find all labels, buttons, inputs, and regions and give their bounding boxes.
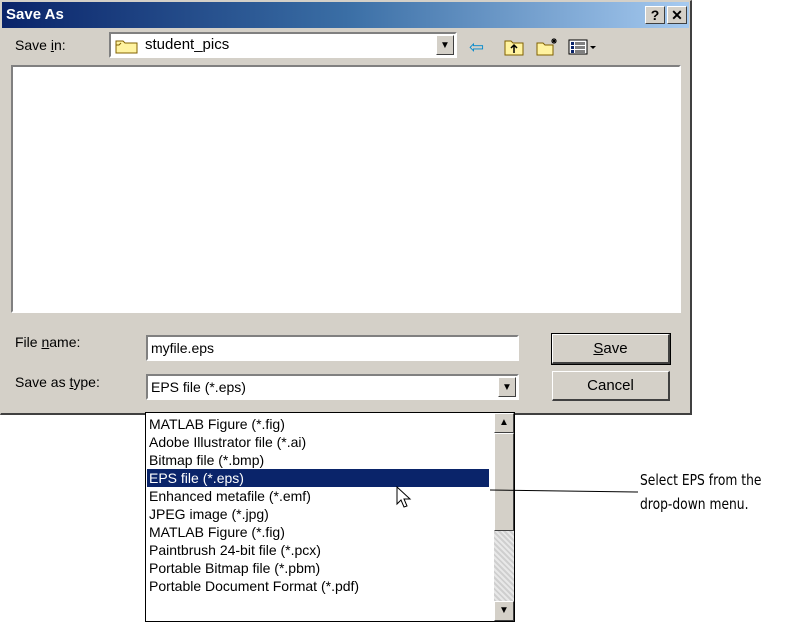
file-name-label-prefix: File <box>15 334 42 350</box>
save-type-label-suffix: ype: <box>73 374 100 390</box>
save-type-dropdown-list: MATLAB Figure (*.fig) Adobe Illustrator … <box>145 412 515 622</box>
list-item[interactable]: Portable Document Format (*.pdf) <box>149 577 359 595</box>
save-in-label-prefix: Save <box>15 37 51 53</box>
file-name-label: File name: <box>15 334 80 350</box>
save-type-label-prefix: Save as <box>15 374 70 390</box>
callout-leader-line <box>490 489 639 493</box>
scroll-down-icon[interactable]: ▼ <box>494 601 514 621</box>
save-button-key: S <box>593 340 604 357</box>
save-type-value: EPS file (*.eps) <box>151 379 246 395</box>
save-as-dialog: Save As ? ✕ Save in: student_pics ▼ ⇦ Fi… <box>0 0 692 415</box>
callout-text: Select EPS from the drop-down menu. <box>640 468 761 516</box>
list-item[interactable]: Enhanced metafile (*.emf) <box>149 487 311 505</box>
mouse-cursor-icon <box>396 486 412 508</box>
close-button[interactable]: ✕ <box>667 6 687 24</box>
file-name-value: myfile.eps <box>151 340 215 356</box>
save-button[interactable]: Save <box>551 333 671 365</box>
title-bar[interactable]: Save As ? ✕ <box>2 2 689 28</box>
dropdown-scrollbar[interactable]: ▲ ▼ <box>494 413 514 621</box>
save-type-dropdown-arrow[interactable]: ▼ <box>498 377 516 397</box>
list-item[interactable]: JPEG image (*.jpg) <box>149 505 269 523</box>
list-item[interactable]: Adobe Illustrator file (*.ai) <box>149 433 306 451</box>
up-folder-icon[interactable] <box>503 37 525 57</box>
list-item[interactable]: Portable Bitmap file (*.pbm) <box>149 559 320 577</box>
view-menu-icon[interactable] <box>567 37 599 57</box>
list-item-selected[interactable]: EPS file (*.eps) <box>147 469 489 487</box>
dialog-title: Save As <box>6 6 64 23</box>
save-in-value: student_pics <box>145 36 230 53</box>
cancel-button[interactable]: Cancel <box>552 371 670 401</box>
new-folder-icon[interactable] <box>535 37 559 57</box>
save-in-label-suffix: n: <box>53 37 66 53</box>
file-name-label-suffix: ame: <box>49 334 81 350</box>
save-in-dropdown-arrow[interactable]: ▼ <box>436 35 454 55</box>
folder-icon <box>115 40 138 54</box>
help-button[interactable]: ? <box>645 6 665 24</box>
callout-line-1: Select EPS from the <box>640 471 762 489</box>
callout-line-2: drop-down menu. <box>640 495 749 513</box>
back-arrow-icon[interactable]: ⇦ <box>469 37 484 57</box>
save-type-label: Save as type: <box>15 374 100 390</box>
file-list-area[interactable] <box>11 65 681 313</box>
list-item[interactable]: MATLAB Figure (*.fig) <box>149 415 285 433</box>
list-item[interactable]: Paintbrush 24-bit file (*.pcx) <box>149 541 321 559</box>
list-item[interactable]: MATLAB Figure (*.fig) <box>149 523 285 541</box>
save-button-rest: ave <box>603 340 628 357</box>
save-in-label: Save in: <box>15 37 66 53</box>
save-type-combo[interactable]: EPS file (*.eps) ▼ <box>146 374 519 400</box>
list-item[interactable]: Bitmap file (*.bmp) <box>149 451 264 469</box>
file-name-input[interactable]: myfile.eps <box>146 335 519 361</box>
save-in-combo[interactable]: student_pics ▼ <box>109 32 457 58</box>
scroll-up-icon[interactable]: ▲ <box>494 413 514 433</box>
